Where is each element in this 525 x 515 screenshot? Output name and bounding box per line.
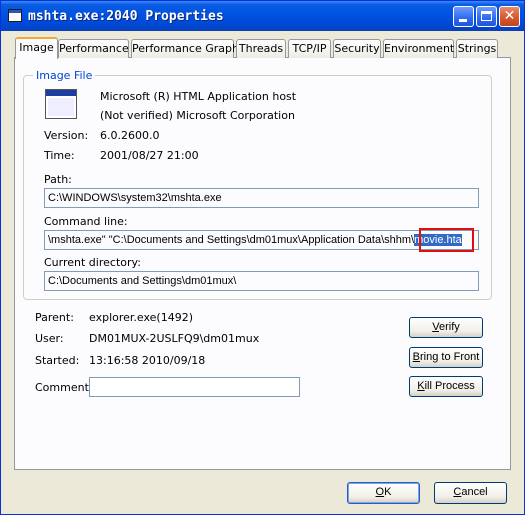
user-value: DM01MUX-2USLFQ9\dm01mux xyxy=(89,332,260,345)
app-window-icon xyxy=(8,9,22,22)
tab-strings[interactable]: Strings xyxy=(456,39,498,58)
command-line-text: \mshta.exe" "C:\Documents and Settings\d… xyxy=(48,234,415,246)
version-value: 6.0.2600.0 xyxy=(100,129,160,142)
verify-button[interactable]: Verify xyxy=(409,317,483,338)
file-description: Microsoft (R) HTML Application host xyxy=(100,90,297,103)
minimize-button[interactable] xyxy=(453,6,474,27)
user-label: User: xyxy=(35,332,64,345)
properties-window: mshta.exe:2040 Properties ✕ Image Perfor… xyxy=(0,0,525,515)
tab-image[interactable]: Image xyxy=(15,37,58,59)
tab-performance[interactable]: Performance xyxy=(58,39,129,58)
comment-label: Comment: xyxy=(35,381,93,394)
command-line-field[interactable]: \mshta.exe" "C:\Documents and Settings\d… xyxy=(44,230,479,250)
bring-to-front-button[interactable]: Bring to Front xyxy=(409,347,483,368)
parent-label: Parent: xyxy=(35,311,74,324)
path-label: Path: xyxy=(44,173,72,186)
annotation-highlight-box xyxy=(419,228,474,252)
tab-tcpip[interactable]: TCP/IP xyxy=(288,39,331,58)
started-label: Started: xyxy=(35,354,80,367)
kill-process-button[interactable]: Kill Process xyxy=(409,376,483,397)
maximize-icon xyxy=(481,11,492,21)
comment-input[interactable] xyxy=(89,377,300,397)
company-name: (Not verified) Microsoft Corporation xyxy=(100,109,295,122)
version-label: Version: xyxy=(44,129,89,142)
image-file-group-label: Image File xyxy=(33,69,96,82)
window-title: mshta.exe:2040 Properties xyxy=(28,9,224,24)
parent-value: explorer.exe(1492) xyxy=(89,311,194,324)
command-line-label: Command line: xyxy=(44,215,128,228)
current-directory-label: Current directory: xyxy=(44,256,141,269)
path-field[interactable]: C:\WINDOWS\system32\mshta.exe xyxy=(44,188,479,208)
time-label: Time: xyxy=(44,149,75,162)
time-value: 2001/08/27 21:00 xyxy=(100,149,199,162)
tab-performance-graph[interactable]: Performance Graph xyxy=(131,39,239,58)
tab-threads[interactable]: Threads xyxy=(236,39,286,58)
tab-environment[interactable]: Environment xyxy=(383,39,454,58)
close-button[interactable]: ✕ xyxy=(499,6,520,27)
maximize-button[interactable] xyxy=(476,6,497,27)
started-value: 13:16:58 2010/09/18 xyxy=(89,354,206,367)
minimize-icon xyxy=(459,19,467,22)
close-icon: ✕ xyxy=(503,8,516,24)
current-directory-field[interactable]: C:\Documents and Settings\dm01mux\ xyxy=(44,271,479,291)
tab-security[interactable]: Security xyxy=(333,39,381,58)
application-icon xyxy=(45,89,77,119)
title-bar[interactable]: mshta.exe:2040 Properties ✕ xyxy=(1,1,524,31)
ok-button[interactable]: OK xyxy=(347,482,420,504)
cancel-button[interactable]: Cancel xyxy=(434,482,507,504)
